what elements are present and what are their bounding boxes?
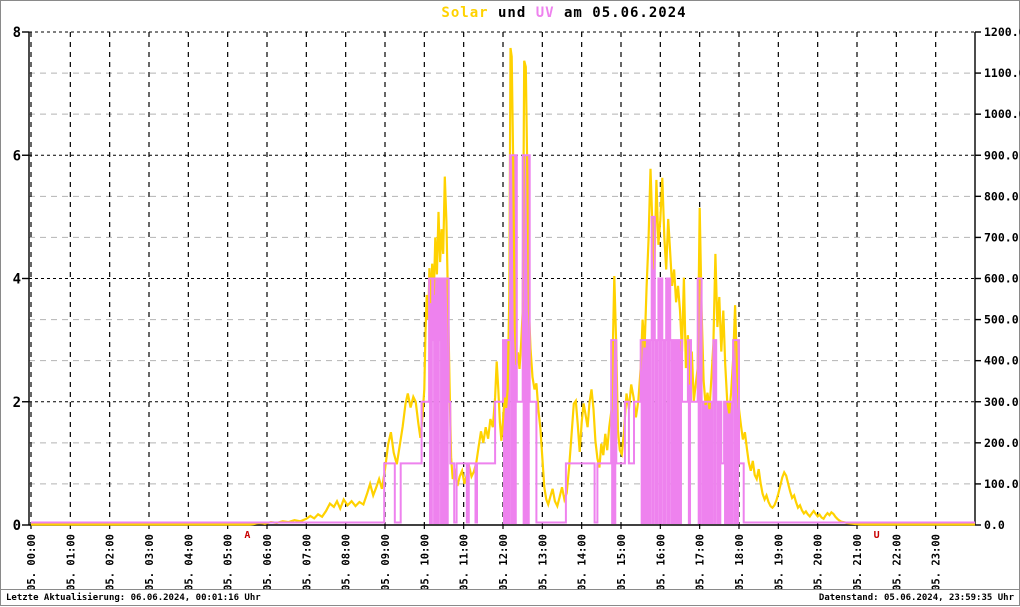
x-axis-label: 05. 15:00 [616, 534, 628, 589]
uv-dense-block [724, 401, 734, 524]
uv-dense-block [670, 340, 682, 524]
x-axis-label: 05. 22:00 [891, 534, 903, 589]
x-axis-label: 05. 10:00 [419, 534, 431, 589]
status-data-timestamp: Datenstand: 05.06.2024, 23:59:35 Uhr [818, 593, 1014, 603]
left-axis-label: 4 [13, 272, 21, 288]
right-axis-label: 300.0 [984, 395, 1019, 409]
x-axis-label: 05. 19:00 [773, 534, 785, 589]
sunrise-marker: A [244, 530, 250, 541]
chart-title-und: und [488, 5, 536, 21]
right-axis-label: 400.0 [984, 354, 1019, 368]
chart-title-uv: UV [535, 5, 555, 21]
x-axis-label: 05. 16:00 [655, 534, 667, 589]
left-axis-label: 0 [13, 518, 21, 534]
x-axis-label: 05. 01:00 [65, 534, 77, 589]
uv-dense-block [654, 340, 659, 524]
right-axis-label: 500.0 [984, 313, 1019, 327]
right-axis-label: 1100.0 [984, 66, 1020, 80]
gridlines [29, 31, 975, 525]
x-axis-label: 05. 09:00 [380, 534, 392, 589]
x-axis-label: 05. 07:00 [301, 534, 313, 589]
x-axis-label: 05. 21:00 [852, 534, 864, 589]
right-axis-label: 100.0 [984, 477, 1019, 491]
x-axis-label: 05. 12:00 [498, 534, 510, 589]
x-axis-label: 05. 17:00 [695, 534, 707, 589]
x-axis-label: 05. 02:00 [105, 534, 117, 589]
chart-title: Solar und UV am 05.06.2024 [441, 5, 686, 21]
x-axis-label: 05. 00:00 [26, 534, 38, 589]
status-bar: Letzte Aktualisierung: 06.06.2024, 00:01… [1, 589, 1019, 607]
uv-dense-block [640, 340, 652, 524]
right-axis-label: 700.0 [984, 230, 1019, 244]
right-axis-label: 1200.0 [984, 25, 1020, 39]
left-axis-label: 2 [13, 395, 21, 411]
sunset-marker: U [874, 530, 880, 541]
left-axis-label: 6 [13, 148, 21, 164]
x-axis-label: 05. 20:00 [813, 534, 825, 589]
right-axis-label: 1000.0 [984, 107, 1020, 121]
status-last-update: Letzte Aktualisierung: 06.06.2024, 00:01… [6, 593, 261, 603]
x-axis-label: 05. 23:00 [931, 534, 943, 589]
x-axis-label: 05. 18:00 [734, 534, 746, 589]
x-axis-label: 05. 08:00 [341, 534, 353, 589]
weather-chart-page: { "title": { "solar_label": "Solar", "mi… [0, 0, 1020, 606]
left-axis-label: 8 [13, 25, 21, 41]
x-axis-label: 05. 14:00 [577, 534, 589, 589]
solar-uv-chart: 0 2 4 6 8 0.0 100.0 200.0 300.0 400.0 500.0 600.0 70… [13, 25, 1020, 589]
chart-title-solar: Solar [441, 5, 489, 21]
right-axis-label: 200.0 [984, 436, 1019, 450]
right-axis-label: 0.0 [984, 518, 1005, 532]
uv-dense-block [701, 401, 714, 524]
x-axis-label: 05. 13:00 [537, 534, 549, 589]
uv-dense-block [662, 340, 667, 524]
uv-dense-block [439, 340, 441, 524]
chart-title-date: am 05.06.2024 [554, 5, 687, 21]
right-axis-label: 600.0 [984, 272, 1019, 286]
right-axis-label: 800.0 [984, 189, 1019, 203]
x-axis-label: 05. 04:00 [183, 534, 195, 589]
x-axis-label: 05. 03:00 [144, 534, 156, 589]
uv-dense-block [432, 340, 434, 524]
x-axis-label: 05. 05:00 [223, 534, 235, 589]
x-axis-label: 05. 11:00 [459, 534, 471, 589]
right-axis-label: 900.0 [984, 148, 1019, 162]
x-axis-label: 05. 06:00 [262, 534, 274, 589]
